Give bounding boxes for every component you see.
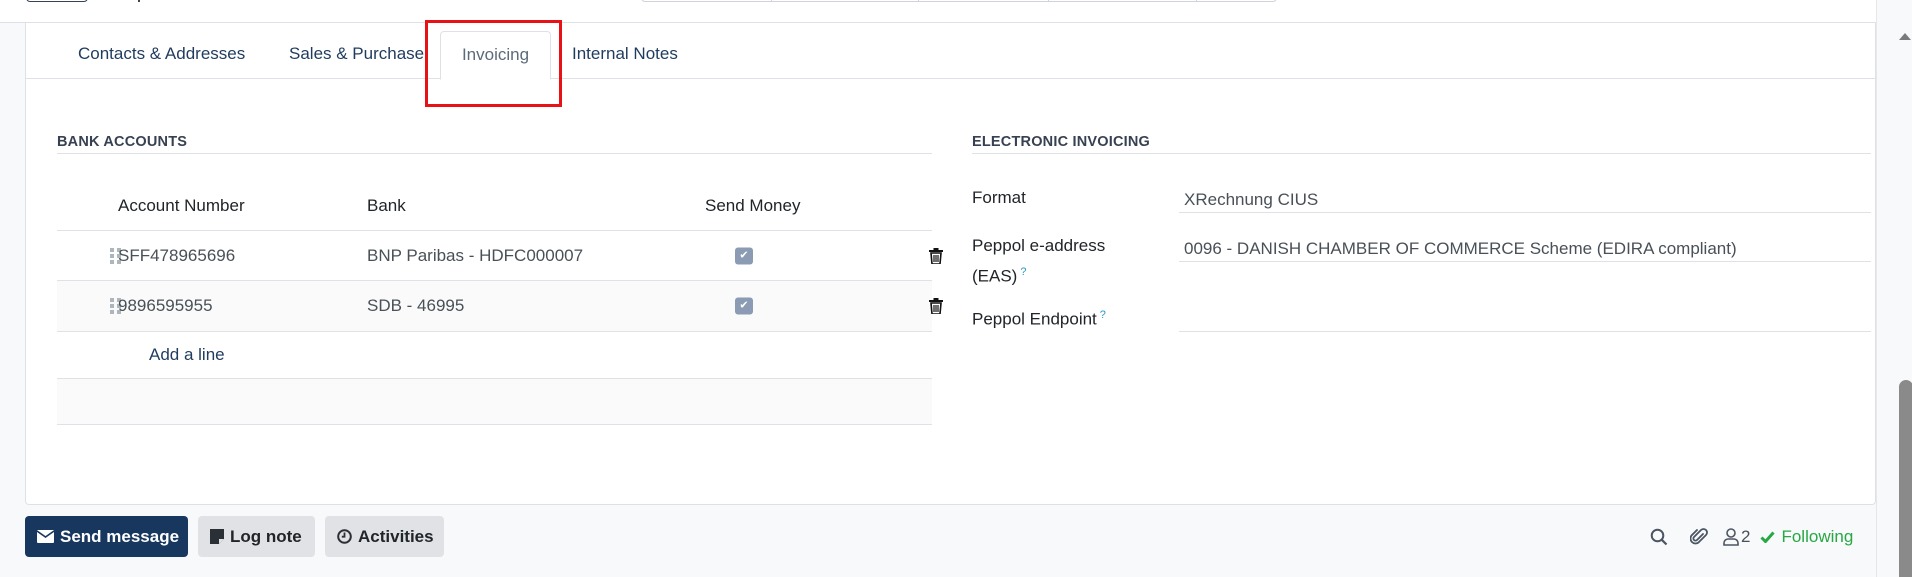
- chatter-topbar-right: 2 Following: [1650, 525, 1853, 549]
- tab-invoicing[interactable]: Invoicing: [440, 31, 551, 80]
- send-money-checkbox[interactable]: ✔: [735, 297, 753, 315]
- table-row[interactable]: SFF478965696 BNP Paribas - HDFC000007 ✔: [57, 230, 943, 280]
- table-row[interactable]: 9896595955 SDB - 46995 ✔: [57, 280, 943, 331]
- log-note-button[interactable]: Log note: [198, 516, 315, 557]
- page-scrollbar[interactable]: [1876, 0, 1912, 577]
- format-select[interactable]: XRechnung CIUS: [1179, 187, 1871, 213]
- column-header-bank[interactable]: Bank: [367, 196, 406, 216]
- peppol-endpoint-label: Peppol Endpoint?: [972, 302, 1106, 333]
- form-header-strip: [0, 0, 1876, 23]
- electronic-invoicing-title: ELECTRONIC INVOICING: [972, 134, 1151, 150]
- help-tooltip-icon[interactable]: ?: [1020, 266, 1026, 278]
- add-line-link[interactable]: Add a line: [149, 345, 225, 365]
- activities-label: Activities: [358, 526, 434, 546]
- column-header-send-money[interactable]: Send Money: [705, 196, 800, 216]
- peppol-endpoint-input[interactable]: [1179, 306, 1871, 332]
- account-number-cell[interactable]: SFF478965696: [118, 246, 235, 266]
- tab-contacts-addresses[interactable]: Contacts & Addresses: [62, 31, 261, 79]
- header-button-partial[interactable]: [26, 0, 88, 2]
- format-label: Format: [972, 188, 1026, 207]
- following-label: Following: [1781, 527, 1854, 546]
- form-sheet: Contacts & Addresses Sales & Purchase In…: [25, 20, 1876, 505]
- paperclip-icon[interactable]: [1690, 527, 1708, 547]
- scrollbar-thumb[interactable]: [1899, 380, 1912, 577]
- send-message-label: Send message: [60, 526, 180, 546]
- trash-icon[interactable]: [929, 247, 943, 265]
- header-text-partial: [138, 0, 144, 2]
- scroll-up-arrow-icon[interactable]: [1899, 33, 1911, 40]
- send-money-checkbox[interactable]: ✔: [735, 247, 753, 264]
- peppol-eas-label-line2: (EAS): [972, 266, 1018, 286]
- column-header-account-number[interactable]: Account Number: [118, 196, 245, 216]
- bank-accounts-title: BANK ACCOUNTS: [57, 134, 188, 150]
- following-button[interactable]: Following: [1760, 527, 1853, 547]
- peppol-eas-label-line1: Peppol e-address: [972, 236, 1106, 255]
- account-number-cell[interactable]: 9896595955: [118, 296, 213, 316]
- tab-internal-notes[interactable]: Internal Notes: [556, 31, 694, 79]
- section-divider: [972, 153, 1871, 154]
- send-message-button[interactable]: Send message: [25, 516, 188, 557]
- user-icon: [1723, 528, 1739, 546]
- tab-sales-purchase[interactable]: Sales & Purchase: [273, 31, 440, 79]
- search-icon[interactable]: [1650, 528, 1668, 546]
- bank-cell[interactable]: BNP Paribas - HDFC000007: [367, 246, 583, 266]
- clock-icon: [337, 529, 352, 544]
- peppol-endpoint-label-text: Peppol Endpoint: [972, 309, 1097, 329]
- followers-count: 2: [1741, 527, 1751, 546]
- peppol-eas-select[interactable]: 0096 - DANISH CHAMBER OF COMMERCE Scheme…: [1179, 236, 1871, 262]
- smart-buttons-partial[interactable]: [641, 0, 1277, 2]
- section-divider: [57, 153, 932, 154]
- activities-button[interactable]: Activities: [325, 516, 444, 557]
- followers-button[interactable]: 2: [1723, 527, 1750, 547]
- check-icon: [1760, 531, 1776, 543]
- bank-cell[interactable]: SDB - 46995: [367, 296, 464, 316]
- peppol-eas-label: Peppol e-address (EAS)?: [972, 233, 1105, 290]
- add-line-row: Add a line: [57, 331, 932, 378]
- sticky-note-icon: [210, 529, 224, 544]
- empty-row: [57, 378, 932, 425]
- help-tooltip-icon[interactable]: ?: [1100, 309, 1106, 321]
- envelope-icon: [37, 530, 54, 543]
- log-note-label: Log note: [230, 526, 302, 546]
- trash-icon[interactable]: [929, 298, 943, 315]
- notebook-tabs: Contacts & Addresses Sales & Purchase In…: [26, 20, 1875, 107]
